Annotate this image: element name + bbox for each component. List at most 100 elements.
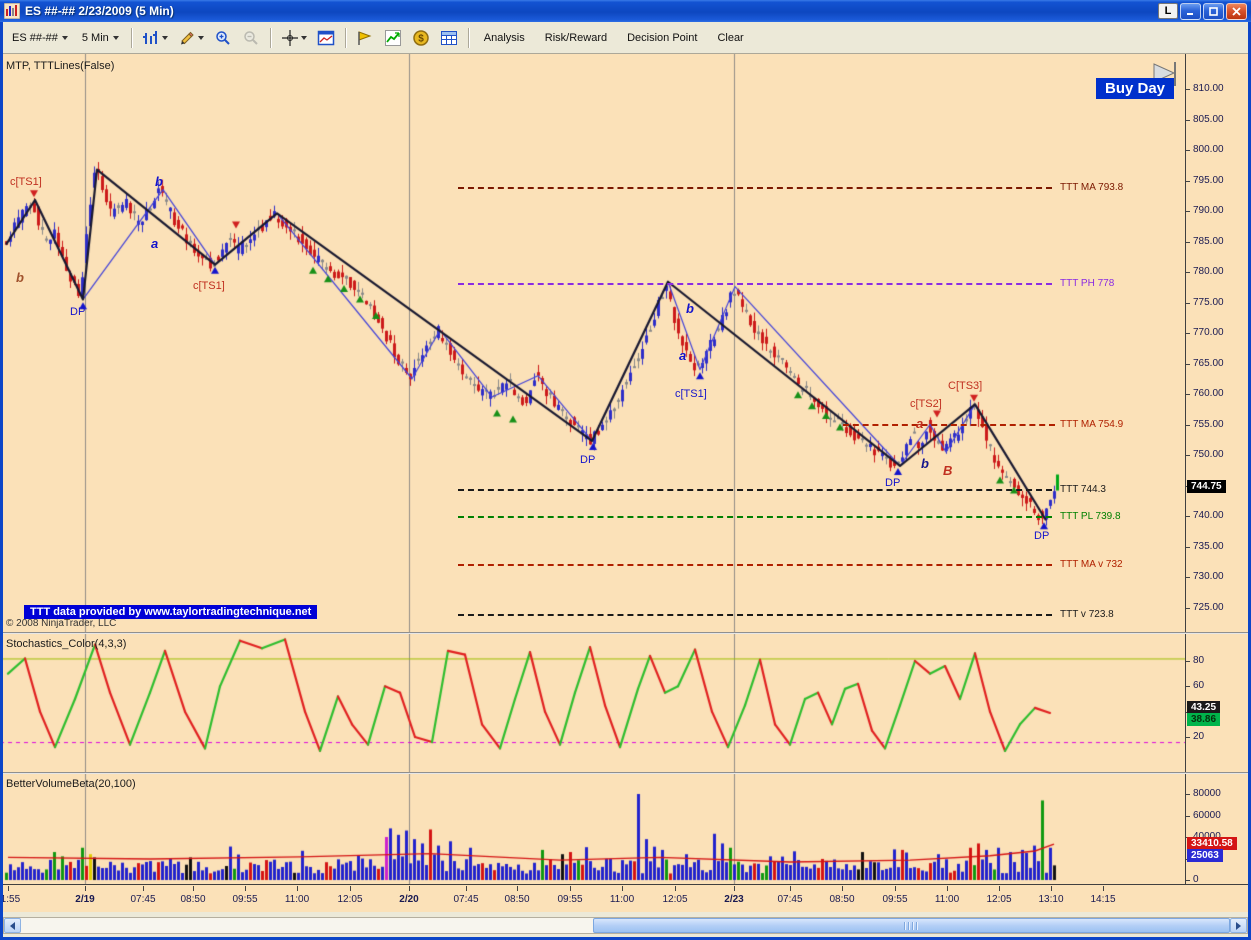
scrollbar-thumb[interactable]: [593, 918, 1230, 933]
scroll-left-button[interactable]: [4, 918, 21, 933]
time-axis-label: 11:00: [284, 894, 310, 905]
time-axis-label: 08:50: [504, 894, 530, 905]
volume-canvas[interactable]: [0, 774, 1185, 884]
stoch-axis-label: 20: [1193, 731, 1205, 742]
minimize-button[interactable]: [1180, 2, 1201, 20]
time-axis[interactable]: 11:55 2/19 07:45 08:50 09:55 11:00 12:05 2/20 07…: [0, 884, 1251, 912]
ttt-ref-line: [458, 563, 1052, 566]
price-axis-label: 780.00: [1193, 266, 1224, 277]
chart-window-button[interactable]: [313, 26, 339, 50]
price-axis-label: 755.00: [1193, 418, 1224, 430]
menu-clear[interactable]: Clear: [708, 29, 752, 47]
time-axis-tick: [1103, 886, 1104, 891]
chart-annotation: DP: [70, 306, 86, 319]
close-button[interactable]: [1226, 2, 1247, 20]
chart-annotation: b: [16, 270, 24, 286]
price-axis-tick: [1186, 211, 1190, 212]
chart-annotation: DP: [580, 454, 596, 467]
price-axis-label: 750.00: [1193, 449, 1224, 460]
app-icon: [4, 3, 20, 19]
time-axis-tick: [297, 886, 298, 891]
price-axis[interactable]: 810.00 805.00 800.00 795.00 790.00 785.00 780.…: [1185, 54, 1251, 885]
scrollbar-grip-icon: [904, 921, 919, 930]
price-axis-tick: [1186, 89, 1190, 90]
chevron-down-icon: [161, 35, 168, 40]
link-button[interactable]: L: [1158, 3, 1178, 19]
toolbar-separator: [344, 27, 346, 48]
chevron-down-icon: [61, 35, 68, 40]
horizontal-scrollbar[interactable]: [3, 917, 1248, 934]
bar-chart-icon: [142, 30, 157, 44]
stochastics-panel[interactable]: Stochastics_Color(4,3,3): [0, 634, 1185, 772]
time-axis-label: 11:55: [0, 894, 21, 905]
cursor-mode-button[interactable]: [277, 26, 311, 50]
title-bar[interactable]: ES ##-## 2/23/2009 (5 Min) L: [0, 0, 1251, 22]
ttt-ref-line-label: TTT PH 778: [1060, 278, 1115, 290]
scroll-right-button[interactable]: [1230, 918, 1247, 933]
copyright-label: © 2008 NinjaTrader, LLC: [6, 618, 117, 629]
time-axis-label: 09:55: [557, 894, 583, 905]
time-axis-tick: [409, 886, 410, 891]
price-axis-tick: [1186, 272, 1190, 273]
price-axis-label: 735.00: [1193, 540, 1224, 552]
time-axis-tick: [193, 886, 194, 891]
price-axis-tick: [1186, 455, 1190, 456]
ttt-ref-line: [458, 186, 1052, 189]
time-axis-tick: [790, 886, 791, 891]
maximize-button[interactable]: [1203, 2, 1224, 20]
last-price-badge: 744.75: [1187, 480, 1226, 494]
ttt-ref-line-label: TTT MA v 732: [1060, 558, 1123, 570]
chart-annotation: DP: [1034, 530, 1050, 543]
pencil-icon: [180, 31, 194, 44]
maximize-icon: [1209, 6, 1218, 16]
ttt-ref-line: [458, 516, 1052, 519]
ttt-data-banner: TTT data provided by www.taylortradingte…: [24, 605, 318, 619]
price-axis-label: 740.00: [1193, 510, 1224, 521]
interval-selector[interactable]: 5 Min: [76, 29, 125, 47]
crosshair-icon: [281, 29, 298, 46]
menu-analysis[interactable]: Analysis: [475, 29, 534, 47]
chevron-down-icon: [197, 35, 204, 40]
price-chart-panel[interactable]: MTP, TTTLines(False) Buy Day TTT data pr…: [0, 54, 1185, 632]
menu-risk-reward[interactable]: Risk/Reward: [536, 29, 616, 47]
time-axis-label: 13:10: [1038, 894, 1064, 905]
price-chart-canvas[interactable]: [0, 54, 1185, 632]
chart-window-icon: [317, 30, 335, 45]
time-axis-label: 09:55: [232, 894, 258, 905]
chart-annotation: b: [686, 300, 694, 316]
price-axis-tick: [1186, 607, 1190, 609]
toolbar: ES ##-## 5 Min $ Analysis Risk/Reward De…: [0, 22, 1251, 54]
time-axis-label: 2/23: [724, 894, 744, 905]
window-title: ES ##-## 2/23/2009 (5 Min): [25, 4, 174, 18]
grid-icon: [440, 30, 457, 45]
panel-splitter[interactable]: [0, 632, 1251, 634]
panel-splitter[interactable]: [0, 772, 1251, 774]
chart-annotation: C[TS3]: [948, 379, 983, 392]
close-icon: [1232, 6, 1241, 16]
coin-button[interactable]: $: [408, 26, 434, 50]
stoch-axis-tick: [1186, 737, 1190, 738]
chart-style-button[interactable]: [138, 26, 172, 50]
time-axis-tick: [895, 886, 896, 891]
ttt-ref-line-label: TTT MA 754.9: [1060, 419, 1124, 431]
menu-decision-point[interactable]: Decision Point: [618, 29, 706, 47]
time-axis-label: 12:05: [986, 894, 1012, 905]
bottom-strip: [0, 912, 1251, 940]
time-axis-label: 2/19: [75, 894, 95, 905]
chart-indicator-label: MTP, TTTLines(False): [6, 60, 115, 72]
line-chart-button[interactable]: [380, 26, 406, 50]
volume-panel[interactable]: BetterVolumeBeta(20,100): [0, 774, 1185, 884]
tag-button[interactable]: [352, 26, 378, 50]
instrument-selector[interactable]: ES ##-##: [6, 29, 74, 47]
zoom-in-icon: [216, 30, 230, 45]
time-axis-label: 2/20: [399, 894, 419, 905]
grid-button[interactable]: [436, 26, 462, 50]
chart-annotation: a: [916, 415, 924, 431]
stochastics-canvas[interactable]: [0, 634, 1185, 772]
zoom-in-button[interactable]: [210, 26, 236, 50]
price-axis-tick: [1186, 546, 1190, 548]
chart-annotation: B: [943, 463, 953, 479]
zoom-out-icon: [244, 30, 258, 45]
price-axis-tick: [1186, 363, 1190, 365]
drawing-tools-button[interactable]: [174, 26, 208, 50]
